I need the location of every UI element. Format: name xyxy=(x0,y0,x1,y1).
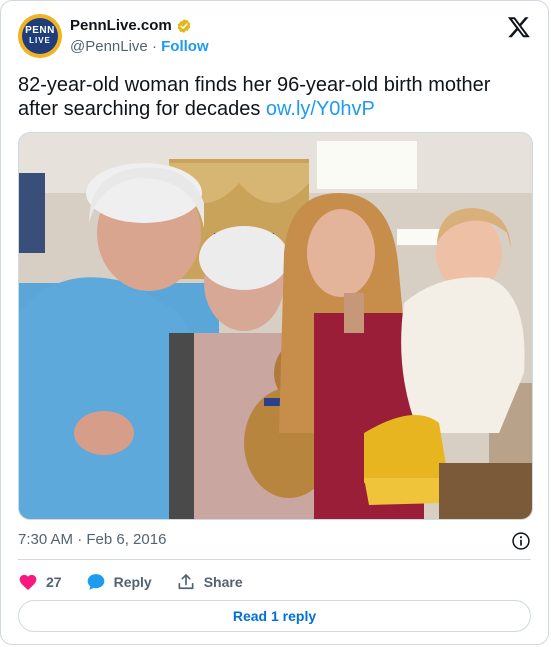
share-label: Share xyxy=(203,574,243,590)
avatar-logo: PENN LIVE xyxy=(22,18,58,54)
verified-badge-icon xyxy=(177,18,191,33)
tweet-body: 82-year-old woman finds her 96-year-old … xyxy=(18,74,491,120)
read-replies-button[interactable]: Read 1 reply xyxy=(18,600,531,632)
like-button[interactable]: 27 xyxy=(18,572,62,592)
tweet-embed-card: PENN LIVE PennLive.com @PennLive · Follo… xyxy=(0,0,549,645)
reply-label: Reply xyxy=(113,574,152,590)
avatar-text-line2: LIVE xyxy=(29,36,51,45)
tweet-photo[interactable] xyxy=(18,132,533,520)
display-name[interactable]: PennLive.com xyxy=(70,17,172,34)
like-count: 27 xyxy=(46,574,62,590)
handle-row: @PennLive · Follow xyxy=(70,38,209,55)
info-icon[interactable] xyxy=(511,531,531,551)
share-icon xyxy=(178,574,194,590)
tweet-header: PENN LIVE PennLive.com @PennLive · Follo… xyxy=(18,14,531,58)
x-logo-icon[interactable] xyxy=(507,15,531,39)
photo-image xyxy=(19,133,532,519)
follow-button[interactable]: Follow xyxy=(161,38,209,55)
avatar-text-line1: PENN xyxy=(25,25,55,36)
tweet-text: 82-year-old woman finds her 96-year-old … xyxy=(18,73,533,121)
share-button[interactable]: Share xyxy=(176,572,243,592)
name-row: PennLive.com xyxy=(70,17,192,34)
action-bar: 27 Reply Share xyxy=(18,570,267,594)
tweet-link[interactable]: ow.ly/Y0hvP xyxy=(266,98,375,120)
reply-bubble-icon xyxy=(87,574,104,590)
separator: · xyxy=(151,38,157,55)
avatar[interactable]: PENN LIVE xyxy=(18,14,62,58)
handle[interactable]: @PennLive xyxy=(70,38,148,55)
reply-button[interactable]: Reply xyxy=(86,572,152,592)
heart-icon xyxy=(19,574,37,590)
tweet-timestamp[interactable]: 7:30 AM · Feb 6, 2016 xyxy=(18,531,166,548)
divider xyxy=(18,559,531,560)
